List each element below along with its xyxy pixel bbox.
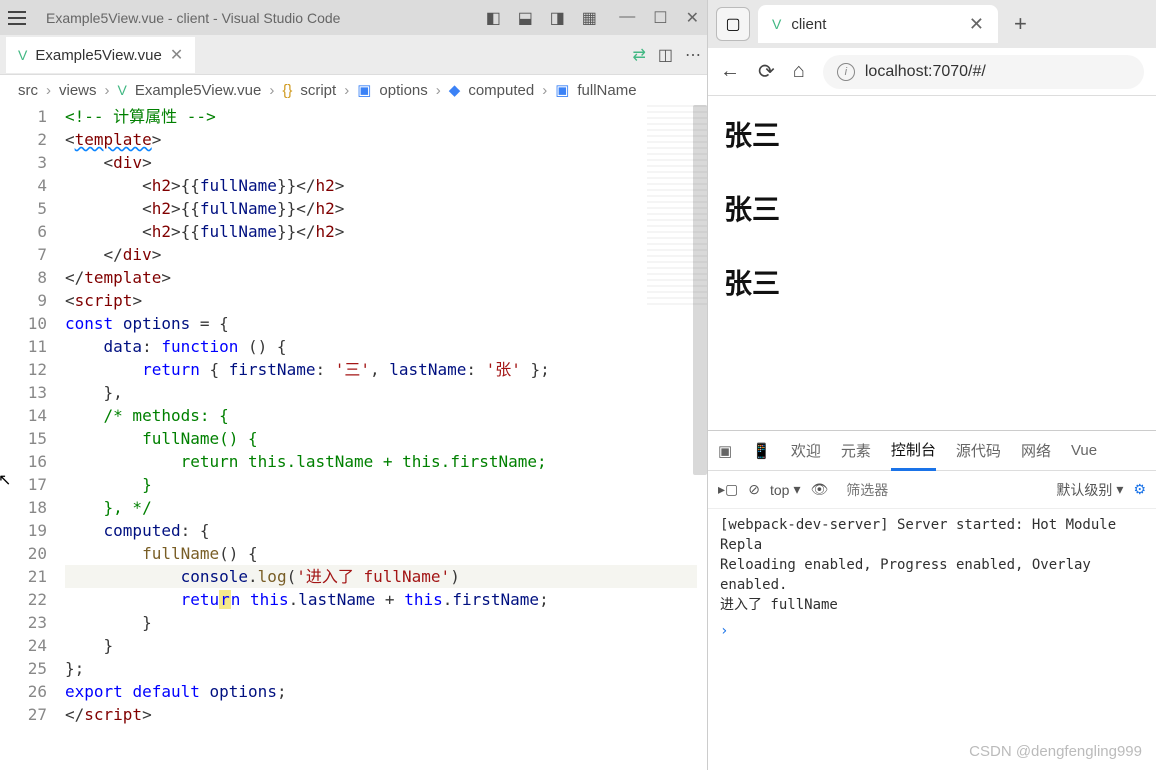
browser-window: ↖ ▢ V client ✕ + ← ⟳ ⌂ i localhost:7070/…: [708, 0, 1156, 770]
devtools-tab-vue[interactable]: Vue: [1071, 434, 1097, 467]
devtools-tab-elements[interactable]: 元素: [841, 432, 871, 469]
reload-button[interactable]: ⟳: [758, 59, 775, 84]
chevron-down-icon: ▾: [793, 481, 800, 498]
close-tab-icon[interactable]: ✕: [170, 45, 183, 65]
tab-actions-button[interactable]: ▢: [716, 7, 750, 41]
clear-console-icon[interactable]: ⊘: [748, 481, 760, 498]
settings-icon[interactable]: ⚙: [1133, 481, 1146, 498]
method-icon: ▣: [555, 81, 569, 99]
watermark: CSDN @dengfengling999: [969, 743, 1142, 760]
chevron-down-icon: ▾: [1116, 481, 1123, 498]
scrollbar-thumb[interactable]: [693, 105, 707, 475]
site-info-icon[interactable]: i: [837, 63, 855, 81]
live-expression-icon[interactable]: 👁: [811, 481, 829, 498]
devtools-tab-welcome[interactable]: 欢迎: [791, 432, 821, 469]
browser-tab-title: client: [791, 16, 826, 33]
vscode-window: Example5View.vue - client - Visual Studi…: [0, 0, 708, 770]
code-editor[interactable]: 1234567891011121314151617181920212223242…: [0, 105, 707, 770]
layout-grid-icon[interactable]: ▦: [579, 8, 599, 28]
url-bar: ← ⟳ ⌂ i localhost:7070/#/: [708, 48, 1156, 96]
line-numbers: 1234567891011121314151617181920212223242…: [0, 105, 65, 770]
log-level-selector[interactable]: 默认级别 ▾: [1056, 480, 1123, 500]
url-text: localhost:7070/#/: [865, 63, 986, 81]
devtools-tab-sources[interactable]: 源代码: [956, 432, 1001, 469]
page-heading: 张三: [724, 262, 1140, 302]
variable-icon: ▣: [357, 81, 371, 99]
editor-tab[interactable]: V Example5View.vue ✕: [6, 37, 195, 73]
vue-file-icon: V: [18, 47, 27, 63]
breadcrumb[interactable]: src› views› V Example5View.vue› {} scrip…: [0, 75, 707, 105]
tab-filename: Example5View.vue: [35, 47, 161, 64]
page-heading: 张三: [724, 188, 1140, 228]
code-content[interactable]: <!-- 计算属性 --><template> <div> <h2>{{full…: [65, 105, 707, 770]
devtools-tabs: ▣ 📱 欢迎 元素 控制台 源代码 网络 Vue: [708, 431, 1156, 471]
browser-tab-strip: ▢ V client ✕ +: [708, 0, 1156, 48]
compare-icon[interactable]: ⇄: [632, 45, 645, 65]
page-heading: 张三: [724, 114, 1140, 154]
split-editor-icon[interactable]: ◫: [658, 45, 673, 65]
device-toggle-icon[interactable]: 📱: [752, 442, 771, 460]
home-button[interactable]: ⌂: [793, 60, 805, 83]
editor-tab-bar: V Example5View.vue ✕ ⇄ ◫ ⋯: [0, 35, 707, 75]
console-filter-input[interactable]: [838, 478, 1046, 502]
console-message: [webpack-dev-server] Server started: Hot…: [720, 515, 1144, 555]
menu-icon[interactable]: [8, 11, 26, 25]
devtools-panel: ▣ 📱 欢迎 元素 控制台 源代码 网络 Vue ▸▢ ⊘ top ▾ 👁 默认…: [708, 430, 1156, 770]
maximize-icon[interactable]: ☐: [653, 8, 667, 28]
page-content: 张三 张三 张三: [708, 96, 1156, 430]
window-title: Example5View.vue - client - Visual Studi…: [46, 10, 483, 26]
console-prompt[interactable]: ›: [720, 621, 1144, 641]
close-tab-icon[interactable]: ✕: [969, 14, 984, 35]
vue-file-icon: V: [118, 82, 127, 98]
close-window-icon[interactable]: ✕: [686, 8, 699, 28]
console-message: Reloading enabled, Progress enabled, Ove…: [720, 555, 1144, 595]
console-sidebar-icon[interactable]: ▸▢: [718, 481, 738, 498]
braces-icon: {}: [282, 82, 292, 99]
layout-bottom-icon[interactable]: ⬓: [515, 8, 535, 28]
context-selector[interactable]: top ▾: [770, 481, 801, 498]
layout-left-icon[interactable]: ◧: [483, 8, 503, 28]
new-tab-button[interactable]: +: [1006, 11, 1035, 37]
console-toolbar: ▸▢ ⊘ top ▾ 👁 默认级别 ▾ ⚙: [708, 471, 1156, 509]
address-bar[interactable]: i localhost:7070/#/: [823, 55, 1144, 89]
property-icon: ◆: [449, 81, 461, 99]
vue-favicon-icon: V: [772, 16, 781, 32]
layout-right-icon[interactable]: ◨: [547, 8, 567, 28]
more-actions-icon[interactable]: ⋯: [685, 45, 701, 65]
back-button[interactable]: ←: [720, 60, 740, 83]
title-bar: Example5View.vue - client - Visual Studi…: [0, 0, 707, 35]
minimize-icon[interactable]: —: [619, 8, 635, 28]
inspect-icon[interactable]: ▣: [718, 442, 732, 460]
console-output[interactable]: [webpack-dev-server] Server started: Hot…: [708, 509, 1156, 770]
devtools-tab-network[interactable]: 网络: [1021, 432, 1051, 469]
browser-tab[interactable]: V client ✕: [758, 5, 998, 43]
console-message: 进入了 fullName: [720, 595, 1144, 615]
devtools-tab-console[interactable]: 控制台: [891, 431, 936, 471]
